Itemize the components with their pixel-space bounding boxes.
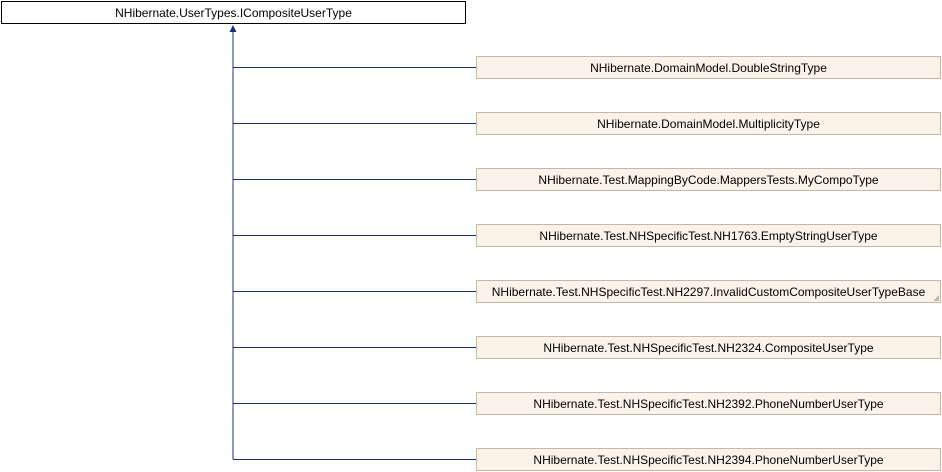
derived-class-label: NHibernate.DomainModel.DoubleStringType <box>590 60 827 75</box>
base-class-label: NHibernate.UserTypes.ICompositeUserType <box>115 5 352 20</box>
derived-class-box[interactable]: NHibernate.Test.NHSpecificTest.NH2394.Ph… <box>476 448 941 471</box>
inheritance-diagram: NHibernate.UserTypes.ICompositeUserType … <box>0 0 942 472</box>
inheritance-arrowhead-icon <box>229 25 237 32</box>
derived-class-label: NHibernate.Test.NHSpecificTest.NH2392.Ph… <box>533 396 884 411</box>
derived-class-label: NHibernate.Test.NHSpecificTest.NH2394.Ph… <box>533 452 884 467</box>
derived-class-label: NHibernate.DomainModel.MultiplicityType <box>597 116 820 131</box>
derived-class-label: NHibernate.Test.NHSpecificTest.NH1763.Em… <box>539 228 878 243</box>
derived-class-box[interactable]: NHibernate.DomainModel.DoubleStringType <box>476 56 941 79</box>
base-class-box[interactable]: NHibernate.UserTypes.ICompositeUserType <box>1 1 466 24</box>
derived-class-box[interactable]: NHibernate.Test.MappingByCode.MappersTes… <box>476 168 941 191</box>
derived-class-box[interactable]: NHibernate.Test.NHSpecificTest.NH2297.In… <box>476 280 941 303</box>
derived-class-label: NHibernate.Test.NHSpecificTest.NH2324.Co… <box>543 340 874 355</box>
fold-corner-icon <box>933 295 939 301</box>
derived-class-box[interactable]: NHibernate.Test.NHSpecificTest.NH2324.Co… <box>476 336 941 359</box>
derived-class-box[interactable]: NHibernate.Test.NHSpecificTest.NH1763.Em… <box>476 224 941 247</box>
derived-class-label: NHibernate.Test.NHSpecificTest.NH2297.In… <box>491 284 926 299</box>
derived-class-label: NHibernate.Test.MappingByCode.MappersTes… <box>538 172 879 187</box>
derived-class-box[interactable]: NHibernate.Test.NHSpecificTest.NH2392.Ph… <box>476 392 941 415</box>
derived-class-box[interactable]: NHibernate.DomainModel.MultiplicityType <box>476 112 941 135</box>
